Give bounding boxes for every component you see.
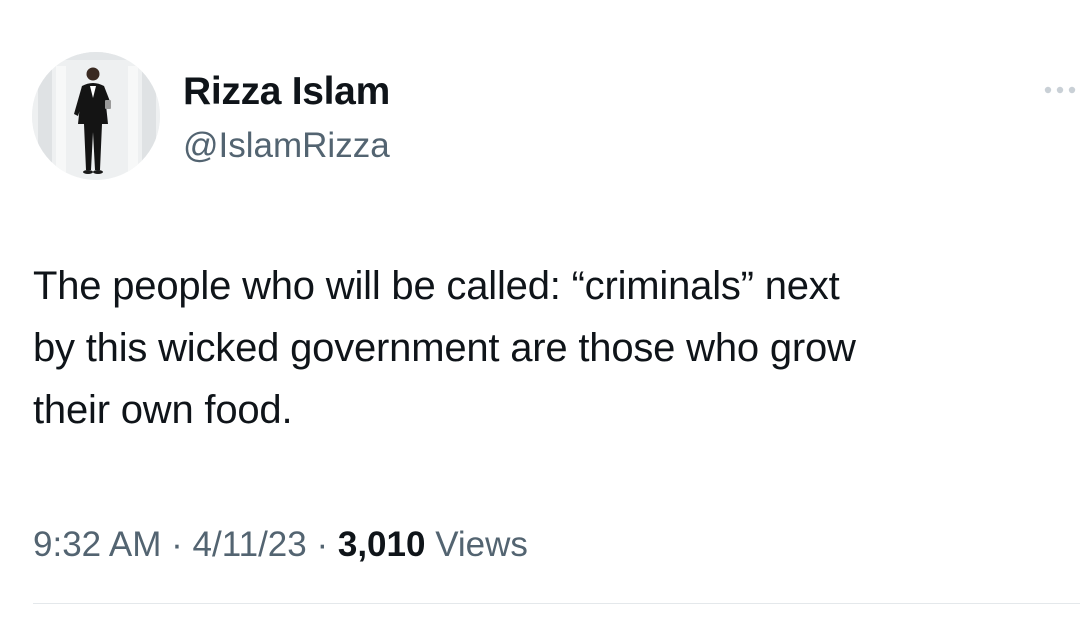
display-name[interactable]: Rizza Islam (183, 70, 390, 114)
views-label: Views (435, 525, 528, 564)
ellipsis-icon (1044, 86, 1076, 94)
divider (33, 603, 1080, 604)
more-options-button[interactable] (1040, 78, 1080, 102)
tweet-time[interactable]: 9:32 AM (33, 525, 161, 564)
meta-separator: · (316, 525, 329, 564)
views-count: 3,010 (337, 525, 426, 564)
avatar-photo (32, 52, 160, 180)
tweet-metadata: 9:32 AM · 4/11/23 · 3,010 Views (33, 523, 528, 567)
tweet-card: Rizza Islam @IslamRizza The people who w… (0, 0, 1080, 623)
avatar[interactable] (32, 52, 160, 180)
meta-separator: · (171, 525, 183, 564)
tweet-text: The people who will be called: “criminal… (33, 264, 856, 432)
tweet-date[interactable]: 4/11/23 (193, 525, 307, 564)
user-handle[interactable]: @IslamRizza (183, 125, 390, 167)
